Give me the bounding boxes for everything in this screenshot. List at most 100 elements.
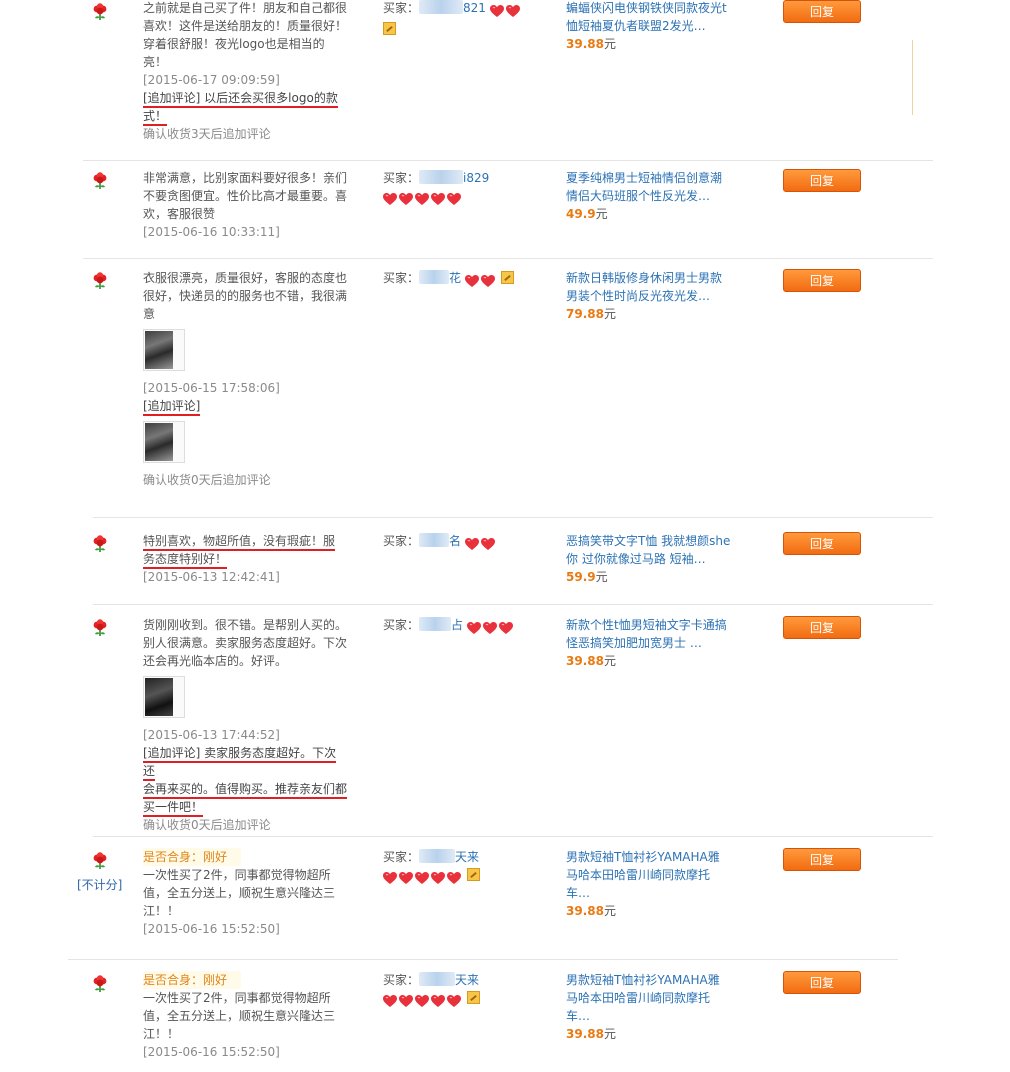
product-info: 新款日韩版修身休闲男士男款男装个性时尚反光夜光发… 79.88元	[566, 269, 731, 323]
additional-comment-cont: 买一件吧！	[143, 800, 204, 817]
product-link[interactable]: 男款短袖T恤衬衫YAMAHA雅马哈本田哈雷川崎同款摩托车…	[566, 848, 731, 902]
reply-button[interactable]: 回复	[783, 616, 861, 639]
additional-comment-cont: 会再来买的。值得购买。推荐亲友们都	[143, 782, 348, 799]
product-info: 男款短袖T恤衬衫YAMAHA雅马哈本田哈雷川崎同款摩托车… 39.88元	[566, 848, 731, 920]
review-photo-thumbnail[interactable]	[143, 421, 185, 463]
red-flower-icon	[91, 535, 109, 553]
review-comment: 是否合身：刚好 一次性买了2件，同事都觉得物超所值，全五分送上，顺祝生意兴隆达三…	[143, 848, 348, 938]
buyer-credit-hearts	[465, 272, 497, 290]
comment-text: 之前就是自己买了件！朋友和自己都很喜欢！这件是送给朋友的！质量很好！穿着很舒服！…	[143, 1, 348, 69]
red-heart-icon	[483, 622, 497, 635]
masked-buyer-name	[419, 170, 464, 184]
buyer-credit-hearts	[465, 535, 497, 553]
buyer-name[interactable]: 天来	[455, 973, 479, 987]
buyer-credit-hearts	[467, 619, 515, 637]
price-unit: 元	[603, 1027, 616, 1041]
red-flower-icon	[91, 3, 109, 21]
red-flower-icon	[91, 852, 109, 870]
product-price: 49.9	[566, 207, 596, 221]
buyer-name[interactable]: 花	[449, 271, 461, 285]
product-price: 39.88	[566, 904, 604, 918]
product-info: 夏季纯棉男士短袖情侣创意潮情侣大码班服个性反光发… 49.9元	[566, 169, 731, 223]
product-info: 新款个性t恤男短袖文字卡通搞怪恶搞笑加肥加宽男士 … 39.88元	[566, 616, 731, 670]
red-heart-icon	[499, 622, 513, 635]
buyer-name[interactable]: 天来	[455, 850, 479, 864]
reply-button[interactable]: 回复	[783, 269, 861, 292]
buyer-label: 买家：	[383, 534, 420, 548]
reply-button[interactable]: 回复	[783, 848, 861, 871]
masked-buyer-name	[419, 0, 464, 14]
reply-button[interactable]: 回复	[783, 0, 861, 23]
buyer-info: 买家： 名	[383, 532, 543, 553]
review-timestamp: [2015-06-15 17:58:06]	[143, 381, 280, 395]
product-link[interactable]: 新款个性t恤男短袖文字卡通搞怪恶搞笑加肥加宽男士 …	[566, 616, 731, 652]
confirm-note: 确认收货0天后追加评论	[143, 818, 271, 832]
red-heart-icon	[465, 275, 479, 288]
fit-label: 是否合身：刚好	[143, 848, 242, 866]
red-flower-icon	[91, 619, 109, 637]
additional-comment: [追加评论] 以后还会买很多logo的款	[143, 91, 338, 108]
row-divider	[83, 258, 933, 259]
row-divider	[93, 517, 933, 518]
red-heart-icon	[431, 193, 445, 206]
product-info: 男款短袖T恤衬衫YAMAHA雅马哈本田哈雷川崎同款摩托车… 39.88元	[566, 971, 731, 1043]
review-photo-thumbnail[interactable]	[143, 676, 185, 718]
red-heart-icon	[447, 193, 461, 206]
red-heart-icon	[415, 872, 429, 885]
comment-text: 特别喜欢，物超所值，没有瑕疵！服	[143, 534, 336, 551]
additional-comment: [追加评论] 卖家服务态度超好。下次还	[143, 746, 337, 781]
review-timestamp: [2015-06-16 10:33:11]	[143, 225, 280, 239]
red-heart-icon	[415, 193, 429, 206]
red-heart-icon	[431, 872, 445, 885]
buyer-name[interactable]: i829	[463, 171, 489, 185]
price-unit: 元	[603, 654, 616, 668]
product-link[interactable]: 夏季纯棉男士短袖情侣创意潮情侣大码班服个性反光发…	[566, 169, 731, 205]
reply-button[interactable]: 回复	[783, 169, 861, 192]
product-price: 59.9	[566, 570, 596, 584]
product-link[interactable]: 蝙蝠侠闪电侠钢铁侠同款夜光t恤短袖夏仇者联盟2发光…	[566, 0, 731, 35]
scroll-edge-line	[912, 40, 913, 115]
buyer-name[interactable]: 821	[463, 1, 486, 15]
row-divider	[83, 160, 933, 161]
product-link[interactable]: 男款短袖T恤衬衫YAMAHA雅马哈本田哈雷川崎同款摩托车…	[566, 971, 731, 1025]
price-unit: 元	[595, 570, 608, 584]
buyer-info: 买家： 花	[383, 269, 543, 290]
reply-button[interactable]: 回复	[783, 532, 861, 555]
comment-text: 非常满意，比别家面料要好很多！亲们不要贪图便宜。性价比高才最重要。喜欢，客服很赞	[143, 171, 348, 221]
buyer-name[interactable]: 名	[449, 534, 461, 548]
masked-buyer-name	[419, 849, 456, 863]
review-comment: 是否合身：刚好 一次性买了2件，同事都觉得物超所值，全五分送上，顺祝生意兴隆达三…	[143, 971, 348, 1061]
red-heart-icon	[465, 538, 479, 551]
masked-buyer-name	[419, 617, 452, 631]
fit-label: 是否合身：刚好	[143, 971, 242, 989]
red-flower-icon	[91, 172, 109, 190]
comment-text: 衣服很漂亮，质量很好，客服的态度也很好，快递员的的服务也不错，我很满意	[143, 271, 348, 321]
review-photo-thumbnail[interactable]	[143, 329, 185, 371]
masked-buyer-name	[419, 270, 450, 284]
red-heart-icon	[431, 995, 445, 1008]
product-link[interactable]: 恶搞笑带文字T恤 我就想颜she你 过你就像过马路 短袖…	[566, 532, 731, 568]
buyer-label: 买家：	[383, 973, 420, 987]
price-unit: 元	[603, 904, 616, 918]
price-unit: 元	[603, 37, 616, 51]
buyer-name[interactable]: 占	[451, 618, 463, 632]
reply-button[interactable]: 回复	[783, 971, 861, 994]
buyer-label: 买家：	[383, 1, 420, 15]
review-comment: 之前就是自己买了件！朋友和自己都很喜欢！这件是送给朋友的！质量很好！穿着很舒服！…	[143, 0, 348, 143]
row-divider	[68, 959, 898, 960]
red-heart-icon	[399, 872, 413, 885]
additional-comment-label: [追加评论]	[143, 399, 201, 416]
vip-badge-icon	[383, 22, 396, 35]
additional-comment-cont: 式！	[143, 109, 168, 126]
row-divider	[93, 604, 933, 605]
buyer-info: 买家： 821	[383, 0, 543, 38]
vip-badge-icon	[466, 991, 480, 1004]
product-link[interactable]: 新款日韩版修身休闲男士男款男装个性时尚反光夜光发…	[566, 269, 731, 305]
review-timestamp: [2015-06-17 09:09:59]	[143, 73, 280, 87]
red-heart-icon	[506, 5, 520, 18]
buyer-label: 买家：	[383, 171, 420, 185]
red-heart-icon	[447, 872, 461, 885]
red-heart-icon	[383, 995, 397, 1008]
red-heart-icon	[447, 995, 461, 1008]
price-unit: 元	[595, 207, 608, 221]
